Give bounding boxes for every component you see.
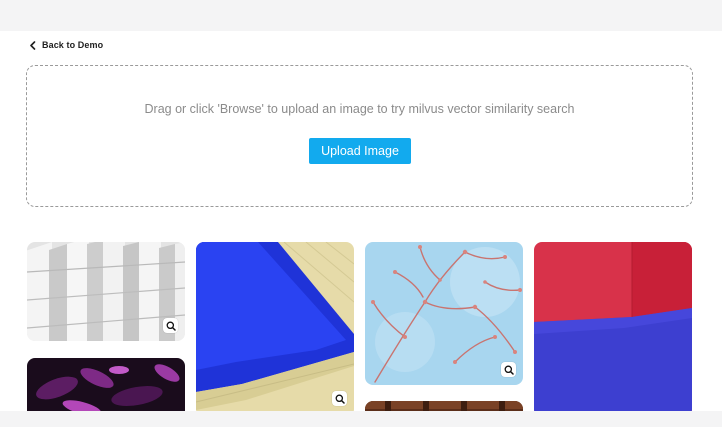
zoom-in-icon — [166, 321, 176, 331]
upload-instruction: Drag or click 'Browse' to upload an imag… — [144, 102, 575, 116]
upload-page: Back to Demo Drag or click 'Browse' to u… — [0, 31, 722, 411]
zoom-in-button[interactable] — [332, 391, 347, 406]
back-to-demo-label: Back to Demo — [42, 40, 104, 50]
gallery-image-blue-pool[interactable] — [196, 242, 354, 411]
back-to-demo-link[interactable]: Back to Demo — [29, 40, 103, 50]
pink-plant-image — [27, 358, 185, 411]
red-blue-room-image — [534, 242, 692, 411]
chevron-left-icon — [30, 40, 36, 50]
gallery-image-white-facade[interactable] — [27, 242, 185, 341]
wooden-interior-image — [365, 401, 523, 411]
upload-image-button[interactable]: Upload Image — [309, 138, 411, 164]
white-facade-image — [27, 242, 185, 341]
gallery-image-pink-plant[interactable] — [27, 358, 185, 411]
bottom-bar — [0, 411, 722, 427]
gallery-image-wooden-interior[interactable] — [365, 401, 523, 411]
pink-branches-image — [365, 242, 523, 385]
blue-pool-image — [196, 242, 354, 411]
zoom-in-button[interactable] — [163, 318, 178, 333]
image-drop-zone[interactable]: Drag or click 'Browse' to upload an imag… — [26, 65, 693, 207]
gallery-image-red-blue-room[interactable] — [534, 242, 692, 411]
zoom-in-icon — [504, 365, 514, 375]
zoom-in-icon — [335, 394, 345, 404]
zoom-in-button[interactable] — [501, 362, 516, 377]
gallery-image-pink-branches[interactable] — [365, 242, 523, 385]
